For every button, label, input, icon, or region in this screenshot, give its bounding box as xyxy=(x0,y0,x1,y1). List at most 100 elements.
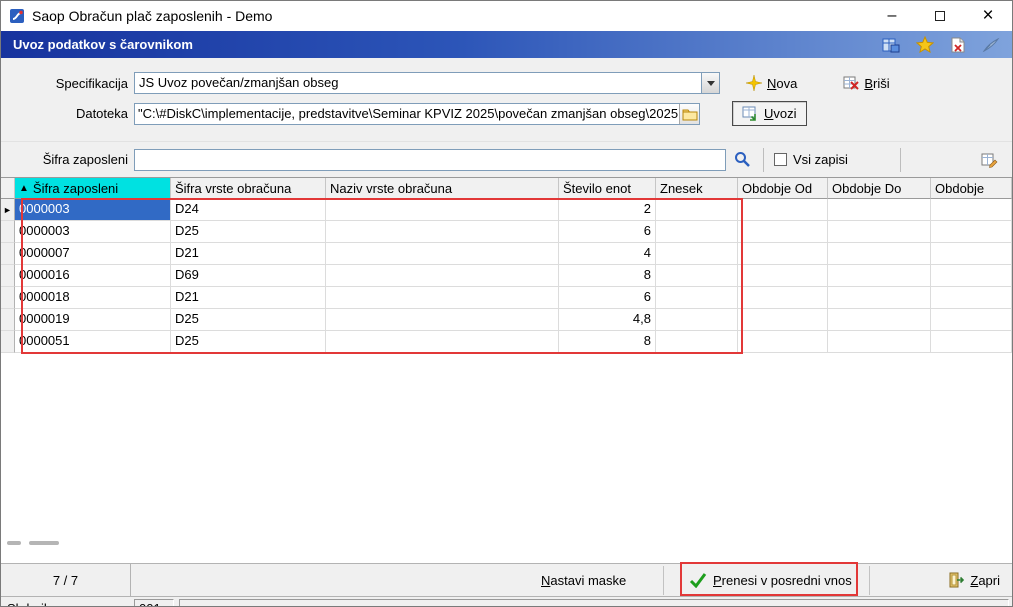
table-row[interactable]: 0000007 D21 4 xyxy=(1,243,1012,265)
cell-enot[interactable]: 2 xyxy=(559,199,656,221)
column-header-obdobje[interactable]: Obdobje xyxy=(931,178,1012,199)
datoteka-field[interactable]: "C:\#DiskC\implementacije, predstavitve\… xyxy=(134,102,700,125)
cell-enot[interactable]: 6 xyxy=(559,287,656,309)
cell-od[interactable] xyxy=(738,331,828,353)
specifikacija-value[interactable]: JS Uvoz povečan/zmanjšan obseg xyxy=(135,73,701,93)
cell-naziv[interactable] xyxy=(326,243,559,265)
cell-ob[interactable] xyxy=(931,243,1012,265)
horizontal-scrollbar[interactable] xyxy=(7,541,59,545)
nastavi-maske-button[interactable]: Nastavi maske xyxy=(541,564,626,596)
browse-file-button[interactable] xyxy=(679,103,699,124)
cell-od[interactable] xyxy=(738,243,828,265)
table-row[interactable]: 0000018 D21 6 xyxy=(1,287,1012,309)
selector-column-header xyxy=(1,178,15,199)
cell-ob[interactable] xyxy=(931,199,1012,221)
cell-do[interactable] xyxy=(828,331,931,353)
cell-sifra[interactable]: 0000019 xyxy=(15,309,171,331)
column-header-sifra-zaposleni[interactable]: ▲ Šifra zaposleni xyxy=(15,178,171,199)
scrollbar-dash xyxy=(7,541,21,545)
cell-ob[interactable] xyxy=(931,265,1012,287)
row-selector xyxy=(1,221,15,243)
cell-vrsta[interactable]: D21 xyxy=(171,287,326,309)
search-button[interactable] xyxy=(729,149,755,171)
wizard-quill-icon[interactable] xyxy=(982,37,1000,53)
cell-znesek[interactable] xyxy=(656,243,738,265)
cell-vrsta[interactable]: D25 xyxy=(171,331,326,353)
maximize-button[interactable] xyxy=(916,1,964,31)
cell-ob[interactable] xyxy=(931,221,1012,243)
specifikacija-dropdown-button[interactable] xyxy=(701,73,719,93)
cell-enot[interactable]: 6 xyxy=(559,221,656,243)
column-header-znesek[interactable]: Znesek xyxy=(656,178,738,199)
cell-do[interactable] xyxy=(828,287,931,309)
cell-sifra[interactable]: 0000018 xyxy=(15,287,171,309)
uvozi-button[interactable]: Uvozi xyxy=(732,101,807,126)
cell-naziv[interactable] xyxy=(326,199,559,221)
cell-od[interactable] xyxy=(738,199,828,221)
cell-vrsta[interactable]: D24 xyxy=(171,199,326,221)
cell-ob[interactable] xyxy=(931,287,1012,309)
cell-vrsta[interactable]: D69 xyxy=(171,265,326,287)
cell-znesek[interactable] xyxy=(656,199,738,221)
nova-button[interactable]: Nova xyxy=(746,75,797,91)
cell-znesek[interactable] xyxy=(656,221,738,243)
cell-enot[interactable]: 4 xyxy=(559,243,656,265)
minimize-button[interactable]: – xyxy=(868,1,916,31)
table-row[interactable]: 0000019 D25 4,8 xyxy=(1,309,1012,331)
cell-do[interactable] xyxy=(828,309,931,331)
cell-od[interactable] xyxy=(738,221,828,243)
cell-do[interactable] xyxy=(828,221,931,243)
row-selector xyxy=(1,265,15,287)
cell-naziv[interactable] xyxy=(326,331,559,353)
export-document-icon[interactable] xyxy=(950,37,966,53)
cell-sifra[interactable]: 0000003 xyxy=(15,221,171,243)
table-row[interactable]: 0000016 D69 8 xyxy=(1,265,1012,287)
cell-znesek[interactable] xyxy=(656,309,738,331)
cell-enot[interactable]: 4,8 xyxy=(559,309,656,331)
cell-naziv[interactable] xyxy=(326,221,559,243)
cell-enot[interactable]: 8 xyxy=(559,265,656,287)
cell-ob[interactable] xyxy=(931,309,1012,331)
cell-do[interactable] xyxy=(828,265,931,287)
scrollbar-thumb[interactable] xyxy=(29,541,59,545)
specifikacija-combobox[interactable]: JS Uvoz povečan/zmanjšan obseg xyxy=(134,72,720,94)
column-header-naziv-vrste[interactable]: Naziv vrste obračuna xyxy=(326,178,559,199)
table-row[interactable]: 0000051 D25 8 xyxy=(1,331,1012,353)
cell-znesek[interactable] xyxy=(656,331,738,353)
cell-sifra[interactable]: 0000003 xyxy=(15,199,171,221)
vsi-zapisi-checkbox[interactable] xyxy=(774,153,787,166)
prenesi-v-posredni-vnos-button[interactable]: Prenesi v posredni vnos xyxy=(689,564,852,596)
cell-sifra[interactable]: 0000007 xyxy=(15,243,171,265)
cell-do[interactable] xyxy=(828,199,931,221)
column-header-obdobje-od[interactable]: Obdobje Od xyxy=(738,178,828,199)
datoteka-value[interactable]: "C:\#DiskC\implementacije, predstavitve\… xyxy=(135,106,679,121)
cell-sifra[interactable]: 0000051 xyxy=(15,331,171,353)
close-button[interactable]: × xyxy=(964,1,1012,31)
cell-vrsta[interactable]: D21 xyxy=(171,243,326,265)
table-row[interactable]: ► 0000003 D24 2 xyxy=(1,199,1012,221)
cell-od[interactable] xyxy=(738,265,828,287)
cell-sifra[interactable]: 0000016 xyxy=(15,265,171,287)
cell-ob[interactable] xyxy=(931,331,1012,353)
cell-vrsta[interactable]: D25 xyxy=(171,309,326,331)
column-header-sifra-vrste[interactable]: Šifra vrste obračuna xyxy=(171,178,326,199)
cell-od[interactable] xyxy=(738,287,828,309)
cell-enot[interactable]: 8 xyxy=(559,331,656,353)
cell-znesek[interactable] xyxy=(656,265,738,287)
filter-input[interactable] xyxy=(134,148,726,171)
cell-naziv[interactable] xyxy=(326,287,559,309)
column-header-stevilo-enot[interactable]: Število enot xyxy=(559,178,656,199)
cell-do[interactable] xyxy=(828,243,931,265)
brisi-button[interactable]: Briši xyxy=(843,75,890,91)
zapri-button[interactable]: Zapri xyxy=(948,564,1000,596)
cell-od[interactable] xyxy=(738,309,828,331)
saved-lists-icon[interactable] xyxy=(882,37,900,53)
cell-vrsta[interactable]: D25 xyxy=(171,221,326,243)
table-row[interactable]: 0000003 D25 6 xyxy=(1,221,1012,243)
cell-naziv[interactable] xyxy=(326,265,559,287)
cell-naziv[interactable] xyxy=(326,309,559,331)
edit-columns-button[interactable] xyxy=(981,152,998,168)
column-header-obdobje-do[interactable]: Obdobje Do xyxy=(828,178,931,199)
favorites-star-icon[interactable] xyxy=(916,36,934,53)
cell-znesek[interactable] xyxy=(656,287,738,309)
